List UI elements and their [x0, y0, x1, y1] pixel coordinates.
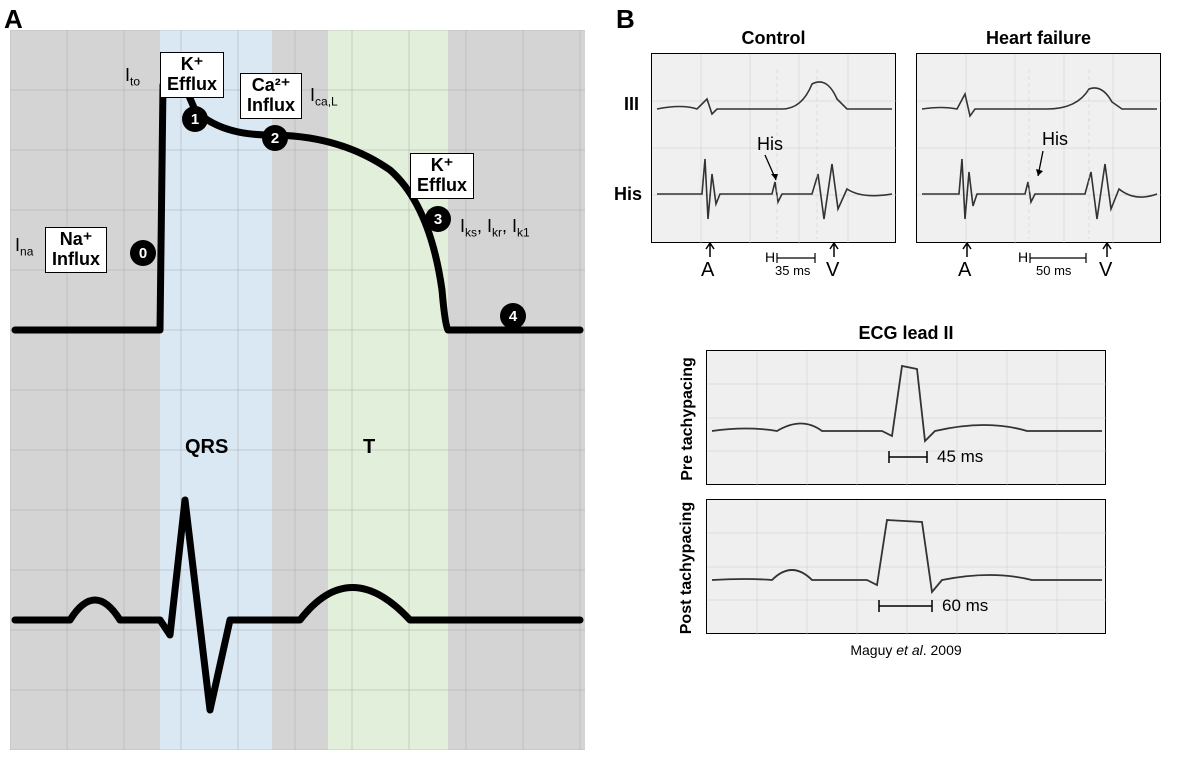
phase-4-circle: 4	[500, 303, 526, 329]
ito-label: Ito	[125, 65, 140, 89]
pre-tachypacing-container: Pre tachypacing 45 ms	[706, 350, 1106, 485]
control-trace-box: III His His	[651, 53, 896, 243]
v-arrow-hf-icon	[1100, 241, 1114, 259]
his-arrow-hf-icon	[1035, 148, 1047, 183]
control-markers: A H 35 ms V	[651, 243, 896, 283]
a-arrow-hf-icon	[960, 241, 974, 259]
phase-0-circle: 0	[130, 240, 156, 266]
citation: Maguy et al. 2009	[616, 642, 1196, 658]
ecg-lead-ii-title: ECG lead II	[616, 323, 1196, 344]
lead-iii-label: III	[624, 94, 639, 115]
ical-label: Ica,L	[310, 85, 338, 109]
pre-grid	[707, 351, 1107, 486]
panel-b: B Control III His	[600, 0, 1200, 761]
a-marker: A	[701, 259, 714, 282]
v-marker: V	[826, 259, 839, 282]
a-marker-hf: A	[958, 259, 971, 282]
v-arrow-icon	[827, 241, 841, 259]
post-tachypacing-label: Post tachypacing	[678, 502, 696, 634]
h-marker-hf: H	[1018, 249, 1028, 265]
pre-tachypacing-box: 45 ms	[706, 350, 1106, 485]
control-title: Control	[651, 28, 896, 49]
ca-influx-box: Ca²⁺ Influx	[240, 73, 302, 119]
a-arrow-icon	[703, 241, 717, 259]
panel-b-top-row: Control III His	[616, 28, 1196, 283]
k-efflux-box-1: K⁺ Efflux	[160, 52, 224, 98]
phase-1-circle: 1	[182, 106, 208, 132]
post-tachypacing-box: 60 ms	[706, 499, 1106, 634]
hf-column: Heart failure His	[916, 28, 1161, 283]
his-arrow-icon	[762, 152, 782, 187]
k-efflux-box-2: K⁺ Efflux	[410, 153, 474, 199]
hf-markers: A H 50 ms V	[916, 243, 1161, 283]
his-label: His	[614, 184, 642, 205]
ina-label: Ina	[15, 235, 33, 259]
post-grid	[707, 500, 1107, 635]
h-marker: H	[765, 249, 775, 265]
control-hv-value: 35 ms	[775, 263, 810, 278]
panel-b-label: B	[616, 4, 635, 35]
phase-3-circle: 3	[425, 206, 451, 232]
action-potential-box: Ina Na⁺ Influx 0 Ito K⁺ Efflux 1 Ca²⁺ In…	[10, 30, 585, 750]
ap-waveform-svg	[10, 30, 585, 750]
pre-tachypacing-label: Pre tachypacing	[679, 357, 697, 481]
control-column: Control III His	[651, 28, 896, 283]
t-label: T	[363, 436, 375, 459]
hf-hv-value: 50 ms	[1036, 263, 1071, 278]
panel-a: A	[0, 0, 600, 761]
his-annotation-hf: His	[1042, 129, 1068, 150]
pre-qrs-value: 45 ms	[937, 447, 983, 467]
phase-2-circle: 2	[262, 125, 288, 151]
post-tachypacing-container: Post tachypacing 60 ms	[706, 499, 1106, 634]
hf-trace-box: His	[916, 53, 1161, 243]
ik-label: Iks, Ikr, Ik1	[460, 216, 530, 240]
na-influx-box: Na⁺ Influx	[45, 227, 107, 273]
v-marker-hf: V	[1099, 259, 1112, 282]
qrs-label: QRS	[185, 436, 228, 459]
hf-title: Heart failure	[916, 28, 1161, 49]
panel-b-bottom-row: Pre tachypacing 45 ms Post tachypacing	[616, 350, 1196, 634]
ecg-trace	[15, 500, 580, 710]
post-qrs-value: 60 ms	[942, 596, 988, 616]
figure-container: A	[0, 0, 1200, 761]
